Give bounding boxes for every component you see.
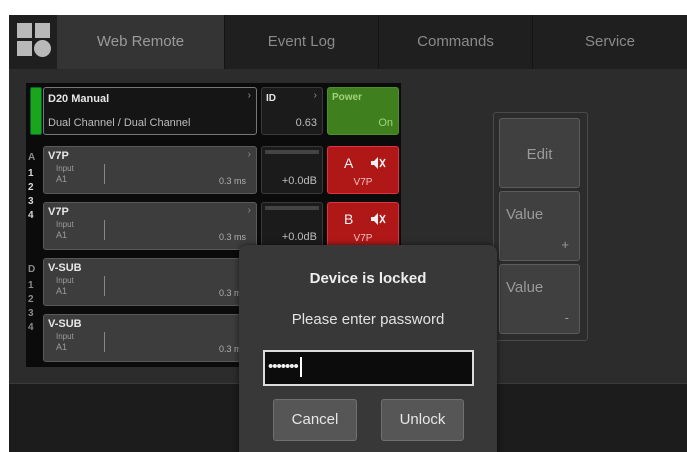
power-button[interactable]: Power On [327,87,399,135]
mute-button[interactable]: A V7P [327,146,399,194]
chevron-right-icon: › [247,205,251,216]
channel-source-label: Input [56,276,74,285]
id-label: ID [266,93,276,104]
power-value: On [378,117,393,129]
edit-button[interactable]: Edit [499,118,580,188]
tab-service[interactable]: Service [533,15,687,69]
chevron-right-icon: › [313,90,317,101]
speaker-muted-icon [371,157,386,169]
channel-gain: +0.0dB [281,231,317,243]
device-locked-dialog: Device is locked Please enter password •… [239,245,497,452]
tab-commands[interactable]: Commands [379,15,532,69]
mute-button[interactable]: B V7P [327,202,399,250]
tab-event-log[interactable]: Event Log [225,15,378,69]
mute-channel-name: V7P [353,233,373,244]
channel-input: A1 [56,230,68,240]
speaker-muted-icon [371,213,386,225]
password-mask: ••••••• [268,358,299,375]
device-id-cell[interactable]: ID › 0.63 [261,87,323,135]
channel-index: 3 [28,308,34,319]
channel-gain: +0.0dB [281,175,317,187]
device-title-cell[interactable]: D20 Manual Dual Channel / Dual Channel › [43,87,257,135]
unlock-button[interactable]: Unlock [381,399,464,441]
value-controls: Edit Value + Value - [493,112,588,341]
channel-cell[interactable]: V-SUB Input A1 0.3 ms [43,258,257,306]
text-caret [299,357,302,378]
gain-cell[interactable]: +0.0dB [261,146,323,194]
dialog-message: Please enter password [291,311,445,328]
channel-name: V7P [48,206,69,218]
channel-source-label: Input [56,164,74,173]
channel-cell[interactable]: V-SUB Input A1 0.3 ms [43,314,257,362]
channel-input: A1 [56,342,68,352]
dialog-title: Device is locked [309,270,427,287]
tab-web-remote[interactable]: Web Remote [57,15,224,69]
web-remote-app: Web Remote Event Log Commands Service D2… [9,15,687,452]
channel-index: 3 [28,196,34,207]
password-input[interactable]: ••••••• [263,350,474,386]
chevron-right-icon: › [247,149,251,160]
chevron-right-icon: › [247,90,251,101]
minus-icon: - [564,310,569,325]
cancel-button[interactable]: Cancel [273,399,357,441]
mute-letter: A [344,155,354,171]
channel-index: 1 [28,280,34,291]
app-logo-icon [17,23,51,61]
channel-name: V-SUB [48,262,82,274]
plus-icon: + [561,237,569,252]
channel-index: 4 [28,322,34,333]
power-label: Power [332,92,363,103]
value-up-button[interactable]: Value + [499,191,580,261]
channel-source-label: Input [56,332,74,341]
channel-name: V-SUB [48,318,82,330]
id-value: 0.63 [295,117,317,129]
channel-index: 2 [28,294,34,305]
gain-cell[interactable]: +0.0dB [261,202,323,250]
channel-source-label: Input [56,220,74,229]
mute-letter: B [344,211,354,227]
channel-delay: 0.3 ms [218,176,246,186]
channel-index: 4 [28,210,34,221]
channel-cell[interactable]: V7P › Input A1 0.3 ms [43,202,257,250]
channel-index: 1 [28,168,34,179]
channel-delay: 0.3 ms [218,232,246,242]
value-down-button[interactable]: Value - [499,264,580,334]
device-status-indicator [30,87,42,135]
device-mode: Dual Channel / Dual Channel [48,117,191,129]
channel-index: 2 [28,182,34,193]
channel-input: A1 [56,174,68,184]
device-name: D20 Manual [48,93,110,105]
channel-cell[interactable]: V7P › Input A1 0.3 ms [43,146,257,194]
mute-channel-name: V7P [353,177,373,188]
group-letter-a: A [28,152,36,163]
group-letter-d: D [28,264,36,275]
top-navigation-bar: Web Remote Event Log Commands Service [9,15,687,69]
channel-name: V7P [48,150,69,162]
channel-input: A1 [56,286,68,296]
